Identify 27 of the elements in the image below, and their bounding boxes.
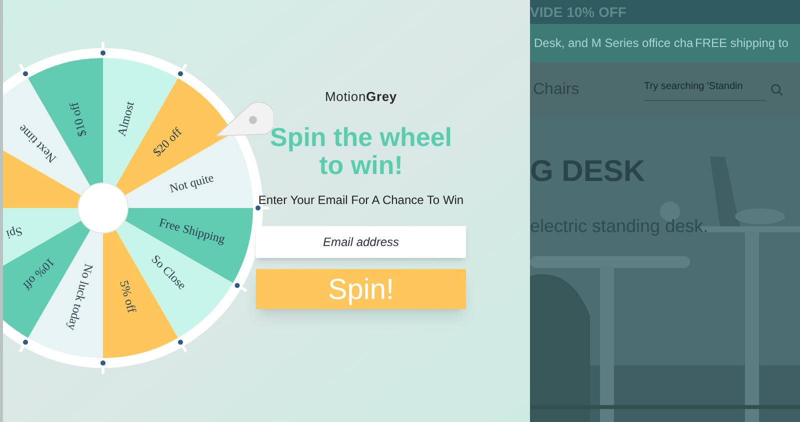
spin-button[interactable]: Spin! [256,268,466,308]
wheel-label: Not quite [168,170,216,196]
tick-mark-icon [18,64,29,78]
tick-mark-icon [177,64,188,78]
popup-title: Spin the wheel to win! [268,122,454,178]
brand-logo: MotionGrey [325,88,397,106]
search-field[interactable]: Try searching 'Standin [644,78,766,100]
tick-mark-icon [254,206,269,210]
wheel-label: Free Shipping [158,215,227,246]
announcement-text: Desk, and M Series office cha [534,35,694,52]
announcement-text: FREE shipping to [695,35,788,52]
wheel-label: No luck today [64,262,96,332]
wheel-label: 5% off [117,278,140,314]
wheel-label: $20 off [150,124,184,160]
wheel-hub [78,182,128,234]
tick-mark-icon [100,359,106,374]
search-icon[interactable] [770,82,784,96]
email-field[interactable]: Email address [256,226,466,258]
tick-mark-icon [100,42,106,57]
tick-mark-icon [18,338,29,352]
tick-mark-icon [177,338,188,352]
wheel-label: 10% off [20,255,58,293]
wheel-label: Spi [4,224,24,242]
tick-mark-icon [233,282,248,292]
wheel-label: Almost [114,100,137,138]
popup-subtitle: Enter Your Email For A Chance To Win [258,192,464,208]
wheel-label: $10 off [66,100,90,138]
